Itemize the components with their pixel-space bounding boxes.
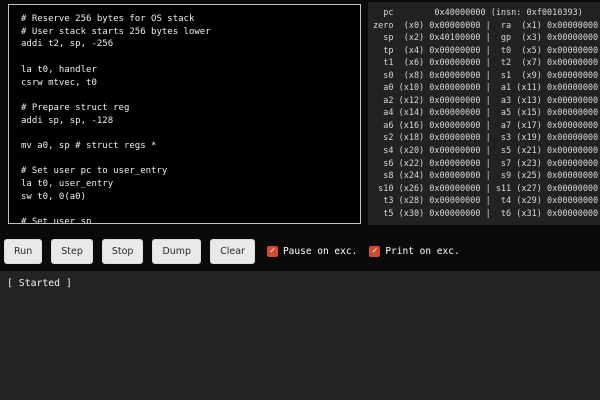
toolbar: Run Step Stop Dump Clear ✓ Pause on exc.… <box>0 232 600 271</box>
register-panel: pc 0x40000000 (insn: 0xf0010393) zero (x… <box>368 2 600 225</box>
print-on-exc-label: Print on exc. <box>385 246 459 257</box>
print-on-exc-checkbox[interactable]: ✓ <box>369 246 380 257</box>
pause-on-exc-label: Pause on exc. <box>283 246 357 257</box>
code-editor[interactable]: # Reserve 256 bytes for OS stack # User … <box>8 4 361 224</box>
pause-on-exc-checkbox[interactable]: ✓ <box>267 246 278 257</box>
console-output: [ Started ] <box>0 271 600 400</box>
app-window: # Reserve 256 bytes for OS stack # User … <box>0 0 600 400</box>
print-on-exc-group: ✓ Print on exc. <box>369 246 459 257</box>
console-text: [ Started ] <box>7 278 593 290</box>
run-button[interactable]: Run <box>4 239 42 265</box>
pause-on-exc-group: ✓ Pause on exc. <box>267 246 357 257</box>
step-button[interactable]: Step <box>51 239 93 265</box>
dump-button[interactable]: Dump <box>152 239 201 265</box>
clear-button[interactable]: Clear <box>210 239 255 265</box>
checkmark-icon: ✓ <box>372 247 377 256</box>
checkmark-icon: ✓ <box>270 247 275 256</box>
stop-button[interactable]: Stop <box>102 239 144 265</box>
